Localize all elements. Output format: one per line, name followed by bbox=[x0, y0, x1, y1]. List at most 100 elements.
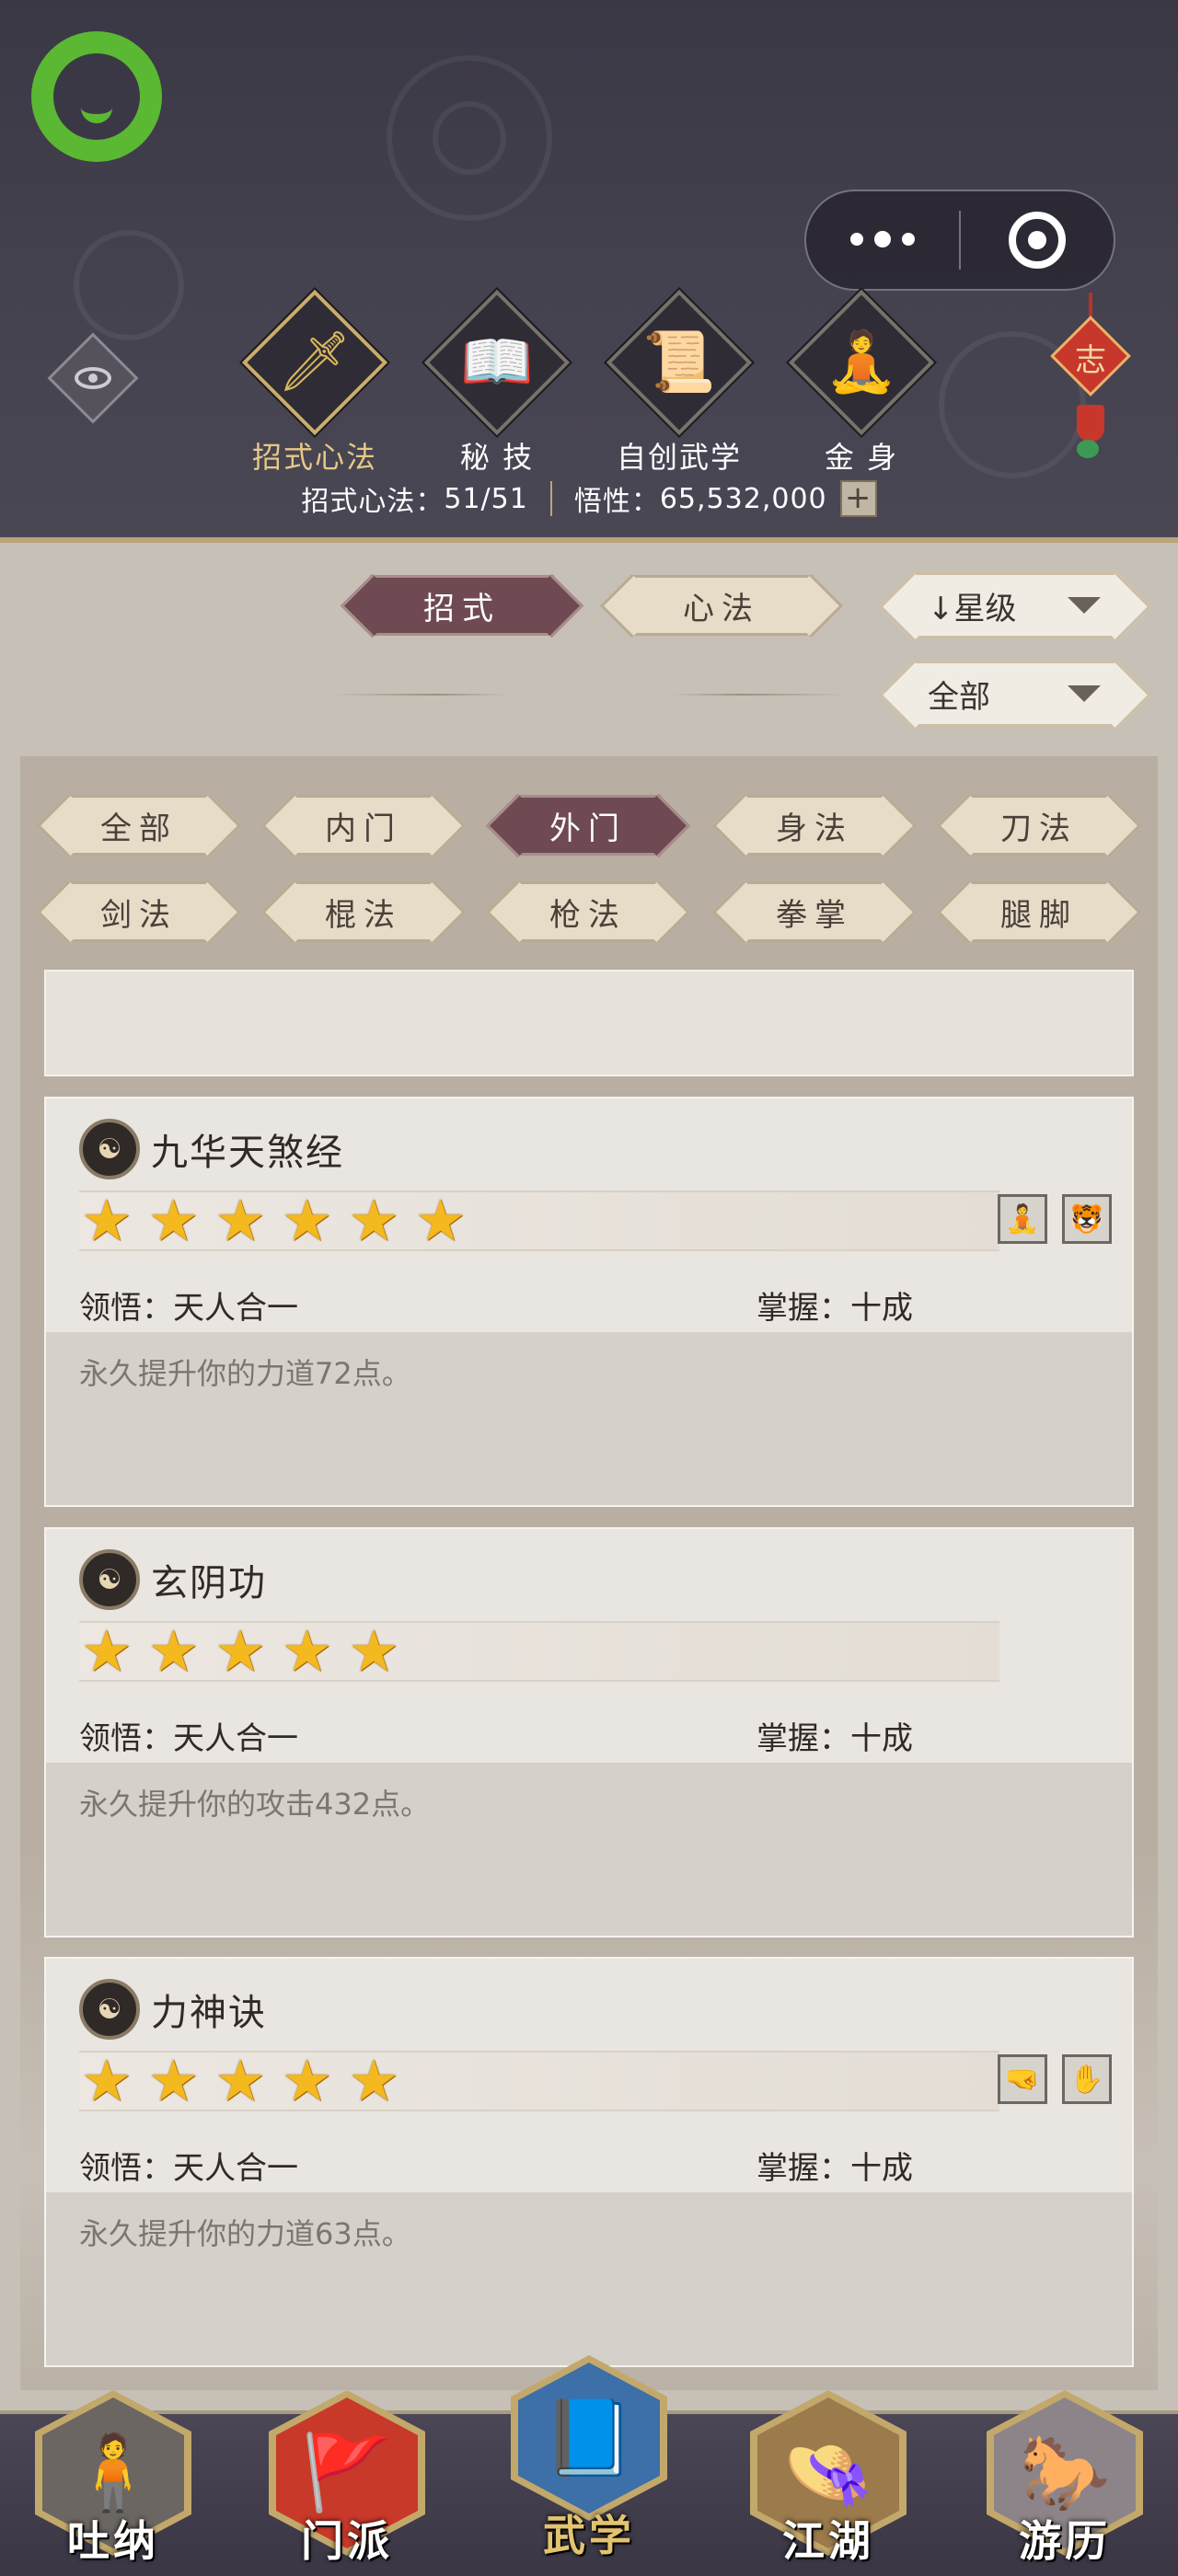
knot-character: 志 bbox=[1075, 342, 1106, 379]
tab-self-created[interactable]: 📜 自创武学 bbox=[596, 286, 762, 477]
star-icon: ★ bbox=[214, 1617, 266, 1685]
more-options-button[interactable] bbox=[806, 231, 959, 247]
nav-breathing[interactable]: 🧍 吐纳 bbox=[35, 2390, 191, 2576]
nav-jianghu[interactable]: 👒 江湖 bbox=[750, 2390, 907, 2576]
add-insight-button[interactable]: + bbox=[839, 480, 877, 517]
stats-line: 招式心法： 51/51 悟性： 65,532,000 + bbox=[0, 478, 1178, 519]
tab-label: 金 身 bbox=[824, 440, 899, 475]
sword-icon: 🗡 bbox=[277, 328, 352, 397]
eye-toggle-button[interactable] bbox=[47, 332, 139, 424]
skill-emblem-icon: ☯ bbox=[79, 1979, 140, 2040]
stats-divider bbox=[549, 481, 552, 516]
chevron-down-icon bbox=[1068, 597, 1101, 614]
comprehension-label: 领悟： bbox=[79, 1290, 173, 1327]
category-label: 枪法 bbox=[549, 896, 627, 934]
category-label: 全部 bbox=[100, 810, 178, 847]
star-icon: ★ bbox=[81, 2047, 133, 2114]
nav-label: 游历 bbox=[1019, 2516, 1111, 2566]
category-label: 刀法 bbox=[1000, 810, 1078, 847]
tab-moves-label: 招式 bbox=[423, 590, 501, 627]
star-icon: ★ bbox=[348, 1617, 399, 1685]
nav-martial-arts[interactable]: 📘 武学 bbox=[511, 2355, 667, 2560]
mastery-label: 掌握： bbox=[756, 1720, 850, 1757]
category-label: 棍法 bbox=[325, 896, 402, 934]
miniapp-capsule bbox=[804, 190, 1115, 291]
category-outer[interactable]: 外门 bbox=[515, 795, 661, 856]
category-saber[interactable]: 刀法 bbox=[966, 795, 1112, 856]
tab-label: 招式心法 bbox=[251, 440, 377, 475]
tab-methods-label: 心法 bbox=[683, 590, 760, 627]
skill-emblem-icon: ☯ bbox=[79, 1119, 140, 1179]
nav-label: 门派 bbox=[301, 2516, 393, 2566]
skill-card[interactable]: ☯ 玄阴功 ★ ★ ★ ★ ★ 领悟：天人合一 掌握：十成 永久提升你的攻击432点。 bbox=[44, 1527, 1134, 1938]
fist-badge-icon[interactable]: 🤜 bbox=[998, 2054, 1047, 2104]
star-icon: ★ bbox=[214, 1187, 266, 1254]
skill-card[interactable]: ☯ 九华天煞经 ★ ★ ★ ★ ★ ★ 🧘 🐯 领悟：天人合一 掌握：十成 永久提升你的力… bbox=[44, 1097, 1134, 1507]
sort-select[interactable]: ↓星级 bbox=[911, 572, 1119, 638]
star-rating: ★ ★ ★ ★ ★ ★ bbox=[81, 1190, 467, 1251]
category-label: 身法 bbox=[776, 810, 853, 847]
category-sword[interactable]: 剑法 bbox=[66, 881, 212, 942]
moves-count-value: 51/51 bbox=[444, 482, 528, 515]
tab-moves[interactable]: 招式 bbox=[370, 575, 554, 636]
category-inner[interactable]: 内门 bbox=[291, 795, 436, 856]
eye-icon bbox=[75, 367, 111, 389]
category-label: 内门 bbox=[325, 810, 402, 847]
nav-label: 江湖 bbox=[782, 2516, 874, 2566]
mastery-value: 十成 bbox=[850, 1720, 913, 1757]
category-staff[interactable]: 棍法 bbox=[291, 881, 436, 942]
tab-secret-skills[interactable]: 📖 秘 技 bbox=[414, 286, 580, 477]
tab-golden-body[interactable]: 🧘 金 身 bbox=[779, 286, 944, 477]
star-icon: ★ bbox=[281, 1187, 333, 1254]
tiger-badge-icon[interactable]: 🐯 bbox=[1062, 1194, 1112, 1244]
category-label: 剑法 bbox=[100, 896, 178, 934]
category-all[interactable]: 全部 bbox=[66, 795, 212, 856]
comprehension-value: 天人合一 bbox=[173, 1720, 298, 1757]
category-fist-palm[interactable]: 拳掌 bbox=[742, 881, 887, 942]
skill-name: 九华天煞经 bbox=[151, 1132, 344, 1174]
mastery-value: 十成 bbox=[850, 2150, 913, 2187]
scroll-icon: 📜 bbox=[642, 328, 716, 397]
star-icon: ★ bbox=[281, 1617, 333, 1685]
nav-sect[interactable]: 🚩 门派 bbox=[269, 2390, 425, 2576]
nav-travel[interactable]: 🐎 游历 bbox=[987, 2390, 1143, 2576]
tab-methods[interactable]: 心法 bbox=[629, 575, 814, 636]
miniapp-logo-icon[interactable] bbox=[31, 31, 162, 162]
palm-badge-icon[interactable]: ✋ bbox=[1062, 2054, 1112, 2104]
comprehension-value: 天人合一 bbox=[173, 1290, 298, 1327]
skill-name: 力神诀 bbox=[151, 1992, 267, 2034]
star-icon: ★ bbox=[81, 1187, 133, 1254]
star-icon: ★ bbox=[147, 1187, 200, 1254]
star-rating: ★ ★ ★ ★ ★ bbox=[81, 1621, 399, 1682]
star-icon: ★ bbox=[281, 2047, 333, 2114]
skill-card[interactable]: ☯ 力神诀 ★ ★ ★ ★ ★ 🤜 ✋ 领悟：天人合一 掌握：十成 永久提升你的力道63… bbox=[44, 1957, 1134, 2367]
book-icon: 📖 bbox=[460, 328, 534, 397]
category-spear[interactable]: 枪法 bbox=[515, 881, 661, 942]
category-movement[interactable]: 身法 bbox=[742, 795, 887, 856]
mastery-value: 十成 bbox=[850, 1290, 913, 1327]
tab-moves-methods[interactable]: 🗡 招式心法 bbox=[232, 286, 398, 477]
top-header: 🗡 招式心法 📖 秘 技 📜 自创武学 🧘 金 身 志 招式心法： 51/51 … bbox=[0, 0, 1178, 543]
star-icon: ★ bbox=[81, 1617, 133, 1685]
cloud-decoration bbox=[433, 101, 506, 175]
cloud-decoration bbox=[74, 230, 184, 340]
category-label: 拳掌 bbox=[776, 896, 853, 934]
skill-name: 玄阴功 bbox=[151, 1562, 267, 1604]
sort-select-value: ↓星级 bbox=[928, 590, 1017, 627]
category-leg-kick[interactable]: 腿脚 bbox=[966, 881, 1112, 942]
scope-select[interactable]: 全部 bbox=[911, 661, 1119, 727]
meditation-icon: 🧘 bbox=[825, 328, 898, 397]
insight-label: 悟性： bbox=[573, 486, 660, 518]
skill-description: 永久提升你的攻击432点。 bbox=[46, 1763, 1132, 1936]
mastery-label: 掌握： bbox=[756, 1290, 850, 1327]
nav-label: 武学 bbox=[543, 2511, 635, 2560]
chinese-knot-ornament[interactable]: 志 bbox=[1049, 293, 1132, 467]
chevron-down-icon bbox=[1068, 685, 1101, 702]
close-miniapp-button[interactable] bbox=[961, 212, 1114, 269]
list-header-strip bbox=[44, 970, 1134, 1076]
scope-select-value: 全部 bbox=[928, 678, 990, 716]
meditation-badge-icon[interactable]: 🧘 bbox=[998, 1194, 1047, 1244]
tab-label: 秘 技 bbox=[459, 440, 535, 475]
decorative-divider bbox=[672, 694, 847, 696]
star-icon: ★ bbox=[147, 1617, 200, 1685]
